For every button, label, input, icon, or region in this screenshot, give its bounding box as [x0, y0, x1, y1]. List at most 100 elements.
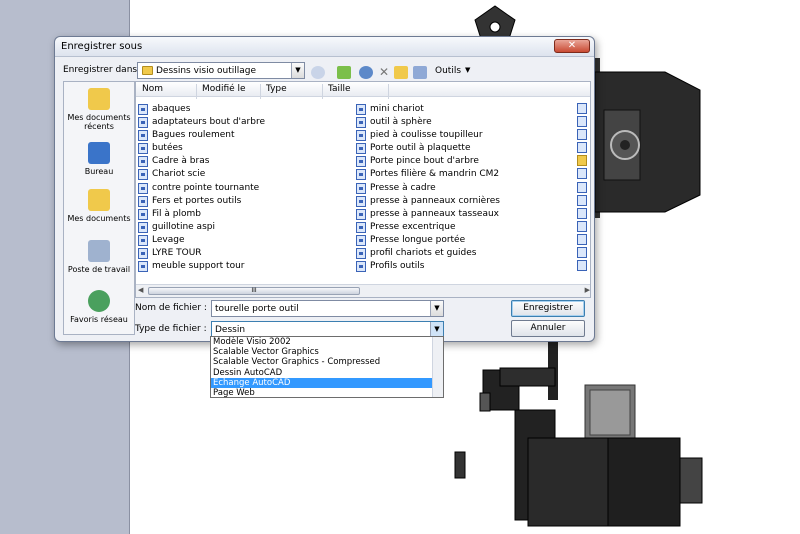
save-as-dialog: Enregistrer sous ✕ Enregistrer dans : De… — [54, 36, 595, 342]
column-name[interactable]: Nom — [142, 84, 163, 94]
visio-file-icon[interactable] — [577, 220, 587, 232]
scroll-right-icon[interactable]: ▶ — [585, 286, 590, 294]
desktop-icon — [88, 142, 110, 164]
save-button[interactable]: Enregistrer — [511, 300, 585, 317]
file-item[interactable]: contre pointe tournante — [136, 182, 265, 195]
visio-file-icon — [356, 221, 366, 233]
place-label: Favoris réseau — [70, 315, 128, 324]
cancel-button[interactable]: Annuler — [511, 320, 585, 337]
place-my-computer[interactable]: Poste de travail — [64, 240, 134, 274]
file-item[interactable]: Porte pince bout d'arbre — [354, 155, 500, 168]
scroll-left-icon[interactable]: ◀ — [138, 286, 143, 294]
file-column-3-partial — [577, 103, 587, 273]
file-item[interactable]: Chariot scie — [136, 168, 265, 181]
file-icon[interactable] — [577, 155, 587, 167]
filetype-option[interactable]: Scalable Vector Graphics — [211, 347, 443, 357]
new-folder-icon[interactable] — [394, 66, 408, 79]
visio-file-icon — [356, 117, 366, 129]
vertical-scrollbar[interactable] — [432, 337, 443, 397]
places-bar: Mes documents récents Bureau Mes documen… — [63, 81, 135, 335]
tools-chevron-icon[interactable]: ▼ — [465, 66, 470, 74]
file-item[interactable]: pied à coulisse toupilleur — [354, 129, 500, 142]
tools-menu[interactable]: Outils — [435, 66, 461, 76]
visio-file-icon[interactable] — [577, 181, 587, 193]
file-item[interactable]: Profils outils — [354, 260, 500, 273]
column-size[interactable]: Taille — [328, 84, 351, 94]
file-item[interactable]: Cadre à bras — [136, 155, 265, 168]
place-my-documents[interactable]: Mes documents — [64, 189, 134, 223]
file-item[interactable]: presse à panneaux cornières — [354, 195, 500, 208]
visio-file-icon — [138, 234, 148, 246]
file-item[interactable]: presse à panneaux tasseaux — [354, 208, 500, 221]
file-item[interactable]: Levage — [136, 234, 265, 247]
horizontal-scrollbar[interactable]: ◀ III ▶ — [136, 284, 590, 297]
place-network[interactable]: Favoris réseau — [64, 290, 134, 324]
close-button[interactable]: ✕ — [554, 39, 590, 53]
visio-file-icon[interactable] — [577, 168, 587, 180]
visio-file-icon[interactable] — [577, 129, 587, 141]
chevron-down-icon[interactable]: ▼ — [430, 322, 443, 337]
dialog-title: Enregistrer sous — [61, 41, 143, 52]
up-folder-icon[interactable] — [337, 66, 351, 79]
dialog-titlebar: Enregistrer sous ✕ — [55, 37, 594, 57]
visio-file-icon[interactable] — [577, 103, 587, 114]
visio-file-icon[interactable] — [577, 194, 587, 206]
visio-file-icon[interactable] — [577, 116, 587, 128]
file-item[interactable]: butées — [136, 142, 265, 155]
file-item[interactable]: mini chariot — [354, 103, 500, 116]
filetype-option[interactable]: Modèle Visio 2002 — [211, 337, 443, 347]
filename-label: Nom de fichier : — [135, 303, 207, 313]
scrollbar-thumb[interactable]: III — [148, 287, 360, 295]
current-folder-text: Dessins visio outillage — [156, 66, 256, 76]
file-item[interactable]: Bagues roulement — [136, 129, 265, 142]
filetype-option[interactable]: Dessin AutoCAD — [211, 368, 443, 378]
filetype-option-selected[interactable]: Echange AutoCAD — [211, 377, 443, 388]
file-item[interactable]: outil à sphère — [354, 116, 500, 129]
visio-file-icon — [138, 143, 148, 155]
visio-file-icon — [356, 195, 366, 207]
column-modified[interactable]: Modifié le — [202, 84, 246, 94]
visio-file-icon — [138, 117, 148, 129]
file-item[interactable]: Porte outil à plaquette — [354, 142, 500, 155]
place-desktop[interactable]: Bureau — [64, 142, 134, 176]
place-label: Poste de travail — [67, 265, 131, 274]
visio-file-icon[interactable] — [577, 233, 587, 245]
visio-file-icon — [138, 104, 148, 115]
file-item[interactable]: Portes filière & mandrin CM2 — [354, 168, 500, 181]
save-in-dropdown[interactable]: Dessins visio outillage ▼ — [137, 62, 305, 79]
back-icon[interactable] — [311, 66, 325, 79]
column-header: Nom Modifié le Type Taille — [136, 82, 590, 99]
filetype-option[interactable]: Scalable Vector Graphics - Compressed — [211, 357, 443, 367]
visio-file-icon — [356, 261, 366, 273]
file-item[interactable]: profil chariots et guides — [354, 247, 500, 260]
file-item[interactable]: adaptateurs bout d'arbre — [136, 116, 265, 129]
filename-input[interactable]: tourelle porte outil ▼ — [211, 300, 444, 317]
filetype-dropdown-list[interactable]: Modèle Visio 2002 Scalable Vector Graphi… — [210, 336, 444, 398]
place-recent[interactable]: Mes documents récents — [64, 88, 134, 131]
visio-file-icon[interactable] — [577, 260, 587, 272]
file-item[interactable]: meuble support tour — [136, 260, 265, 273]
file-item[interactable]: guillotine aspi — [136, 221, 265, 234]
chevron-down-icon[interactable]: ▼ — [430, 301, 443, 316]
filetype-label: Type de fichier : — [135, 324, 207, 334]
visio-file-icon[interactable] — [577, 247, 587, 259]
search-web-icon[interactable] — [359, 66, 373, 79]
column-type[interactable]: Type — [266, 84, 287, 94]
file-item[interactable]: abaques — [136, 103, 265, 116]
visio-file-icon — [138, 169, 148, 181]
file-item[interactable]: Fil à plomb — [136, 208, 265, 221]
file-item[interactable]: Fers et portes outils — [136, 195, 265, 208]
delete-icon[interactable]: ✕ — [377, 66, 391, 79]
file-item[interactable]: Presse excentrique — [354, 221, 500, 234]
save-in-label: Enregistrer dans : — [63, 65, 143, 75]
file-item[interactable]: LYRE TOUR — [136, 247, 265, 260]
visio-file-icon — [138, 182, 148, 194]
file-item[interactable]: Presse longue portée — [354, 234, 500, 247]
visio-file-icon[interactable] — [577, 207, 587, 219]
visio-file-icon[interactable] — [577, 142, 587, 154]
filetype-option[interactable]: Page Web — [211, 388, 443, 397]
views-icon[interactable] — [413, 66, 427, 79]
file-column-1: abaques adaptateurs bout d'arbre Bagues … — [136, 103, 265, 273]
file-item[interactable]: Presse à cadre — [354, 182, 500, 195]
visio-file-icon — [356, 182, 366, 194]
